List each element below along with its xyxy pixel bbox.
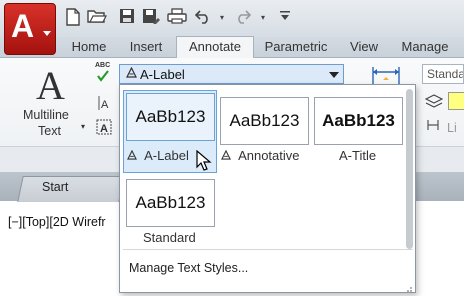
chevron-down-icon xyxy=(43,31,51,36)
chevron-down-icon[interactable] xyxy=(329,72,339,78)
new-icon[interactable] xyxy=(63,8,83,28)
text-style-combo[interactable]: A-Label xyxy=(119,64,344,84)
gallery-divider xyxy=(123,249,413,250)
redo-dropdown-icon[interactable]: ▾ xyxy=(253,8,273,28)
gallery-item-a-title[interactable]: A-Title xyxy=(339,148,376,163)
multiline-text-label-2[interactable]: Text xyxy=(38,124,61,138)
save-icon[interactable] xyxy=(117,8,137,28)
multiline-text-label[interactable]: Multiline xyxy=(23,108,69,122)
resize-grip-icon[interactable] xyxy=(405,282,413,292)
text-style-value: A-Label xyxy=(140,67,185,82)
tab-manage[interactable]: Manage xyxy=(395,37,455,57)
customize-icon[interactable] xyxy=(275,8,295,28)
viewport-controls[interactable]: [−][Top][2D Wirefr xyxy=(8,215,106,229)
undo-icon[interactable] xyxy=(193,8,213,28)
annotative-icon xyxy=(127,149,140,163)
svg-text:A: A xyxy=(100,123,108,135)
gallery-item-label: A-Label xyxy=(144,148,189,163)
linear-label[interactable]: Li xyxy=(447,121,457,135)
chevron-down-icon[interactable]: ▾ xyxy=(81,122,85,131)
text-height-icon[interactable]: A xyxy=(96,95,110,114)
check-spelling-label: ABC xyxy=(95,62,111,69)
dimension-style-combo[interactable]: Standa xyxy=(422,64,464,84)
mouse-cursor-icon xyxy=(195,149,213,172)
gallery-item-label: Annotative xyxy=(238,148,300,163)
tab-insert[interactable]: Insert xyxy=(121,37,171,57)
gallery-item-annotative[interactable]: Annotative xyxy=(221,148,300,163)
tab-start-label[interactable]: Start xyxy=(42,180,68,194)
application-menu-button[interactable]: A xyxy=(4,3,56,55)
autocad-logo-icon: A xyxy=(11,8,35,44)
layer-stack-icon[interactable] xyxy=(424,94,444,113)
redo-icon[interactable] xyxy=(233,8,253,28)
save-as-icon[interactable] xyxy=(141,8,161,28)
check-spelling-icon[interactable] xyxy=(96,70,110,85)
annotative-icon xyxy=(126,66,137,81)
gallery-item-annotative-preview[interactable]: AaBb123 xyxy=(220,97,309,145)
svg-text:A: A xyxy=(101,99,109,111)
annotative-icon xyxy=(221,149,234,163)
tab-home[interactable]: Home xyxy=(65,37,113,57)
gallery-scrollbar-thumb[interactable] xyxy=(406,89,413,249)
gallery-item-standard-preview[interactable]: AaBb123 xyxy=(126,179,215,227)
text-style-gallery: AaBb123 A-Label AaBb123 Annotative AaBb1… xyxy=(119,84,416,293)
open-icon[interactable] xyxy=(87,8,107,28)
gallery-item-a-label[interactable]: A-Label xyxy=(127,148,189,163)
plot-icon[interactable] xyxy=(167,8,187,28)
text-frame-icon[interactable]: A xyxy=(96,119,112,138)
manage-text-styles-link[interactable]: Manage Text Styles... xyxy=(129,261,248,275)
tab-view[interactable]: View xyxy=(343,37,385,57)
tab-annotate[interactable]: Annotate xyxy=(176,36,254,58)
tab-parametric[interactable]: Parametric xyxy=(256,37,336,57)
color-swatch[interactable] xyxy=(448,92,464,110)
gallery-item-a-label-preview[interactable]: AaBb123 xyxy=(126,93,215,141)
undo-dropdown-icon[interactable]: ▾ xyxy=(212,8,232,28)
gallery-item-standard[interactable]: Standard xyxy=(143,230,196,245)
gallery-item-a-title-preview[interactable]: AaBb123 xyxy=(314,97,403,145)
tab-start[interactable] xyxy=(17,176,125,202)
multiline-text-icon[interactable]: A xyxy=(36,62,65,109)
linear-dimension-small-icon[interactable] xyxy=(426,118,440,135)
